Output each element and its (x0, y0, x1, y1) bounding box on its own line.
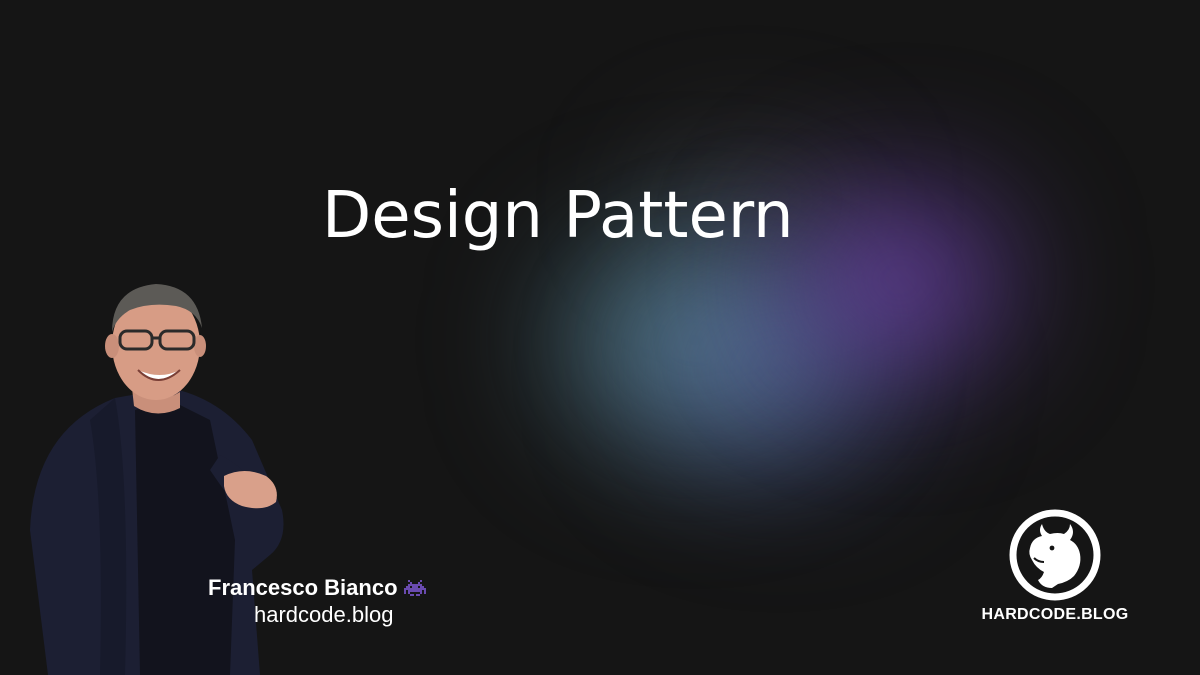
alien-monster-icon (403, 580, 426, 596)
slide-title: Design Pattern (322, 179, 794, 253)
author-name-row: Francesco Bianco (208, 574, 426, 602)
bull-head-icon (1009, 509, 1101, 601)
author-block: Francesco Bianco hardcode.blog (208, 574, 426, 628)
author-name: Francesco Bianco (208, 575, 398, 600)
background-glow-purple (760, 160, 1040, 400)
author-site: hardcode.blog (254, 602, 394, 627)
brand-name: HARDCODE.BLOG (981, 606, 1129, 623)
brand-logo: HARDCODE.BLOG (975, 508, 1135, 624)
slide-canvas: Design Pattern Francesco Bianco hardcode… (0, 0, 1200, 675)
